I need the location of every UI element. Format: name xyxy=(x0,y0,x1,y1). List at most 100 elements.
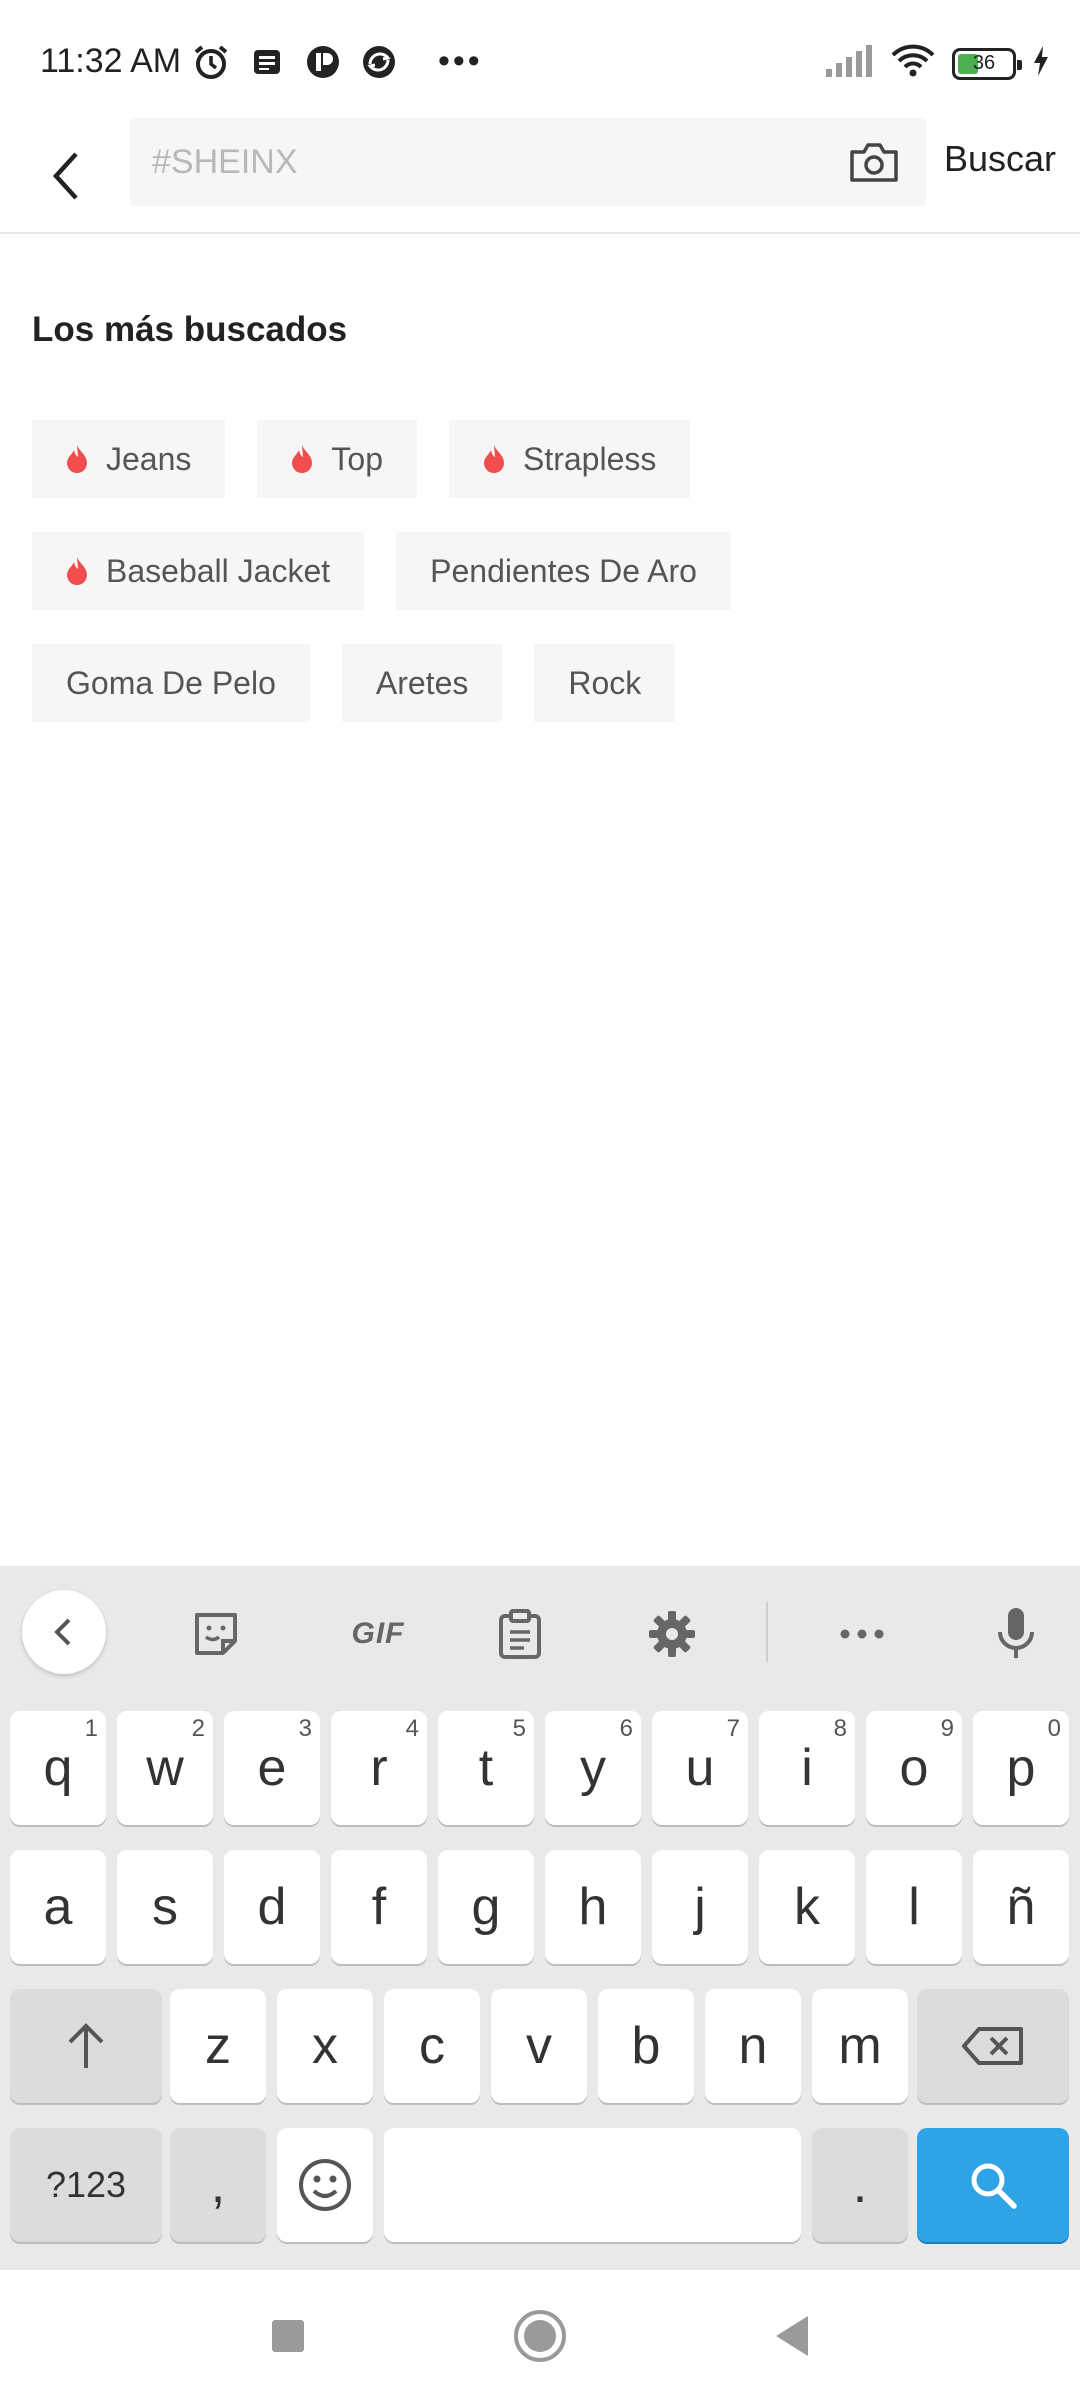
key-n[interactable]: n xyxy=(705,1989,801,2103)
status-system-icons: 36 xyxy=(824,44,1050,83)
key-hint: 3 xyxy=(298,1715,312,1742)
key-k[interactable]: k xyxy=(759,1850,855,1964)
chip-label: Top xyxy=(331,440,383,477)
period-key[interactable]: . xyxy=(812,2128,908,2242)
key-x[interactable]: x xyxy=(277,1989,373,2103)
key-h[interactable]: h xyxy=(545,1850,641,1964)
emoji-icon xyxy=(299,2159,351,2211)
key-g[interactable]: g xyxy=(438,1850,534,1964)
alarm-icon xyxy=(192,43,230,81)
chip-label: Strapless xyxy=(522,440,657,477)
chip-label: Jeans xyxy=(106,440,192,477)
clipboard-button[interactable] xyxy=(480,1594,560,1674)
chip-label: Goma De Pelo xyxy=(66,664,276,701)
key-hint: 0 xyxy=(1047,1715,1061,1742)
key-r[interactable]: r4 xyxy=(331,1711,427,1825)
key-s[interactable]: s xyxy=(117,1850,213,1964)
camera-search-button[interactable] xyxy=(834,118,914,206)
key-d[interactable]: d xyxy=(224,1850,320,1964)
key-t[interactable]: t5 xyxy=(438,1711,534,1825)
backspace-icon xyxy=(962,2027,1023,2065)
key-hint: 4 xyxy=(405,1715,419,1742)
keyboard-toolbar: GIF xyxy=(0,1566,1080,1696)
key-o[interactable]: o9 xyxy=(866,1711,962,1825)
key-j[interactable]: j xyxy=(652,1850,748,1964)
key-char: y xyxy=(580,1739,606,1797)
search-chip[interactable]: Strapless xyxy=(448,420,691,498)
search-icon xyxy=(971,2163,1017,2209)
search-chip[interactable]: Top xyxy=(257,420,417,498)
search-input[interactable] xyxy=(130,118,834,206)
emoji-key[interactable] xyxy=(277,2128,373,2242)
flame-icon xyxy=(67,445,87,473)
home-circle-icon xyxy=(514,2310,566,2362)
toolbar-divider xyxy=(766,1602,768,1662)
search-chip[interactable]: Pendientes De Aro xyxy=(396,532,731,610)
gif-button[interactable]: GIF xyxy=(328,1594,428,1674)
keyboard-search-key[interactable] xyxy=(917,2128,1069,2242)
shift-arrow-icon xyxy=(68,2023,104,2068)
triangle-back-icon xyxy=(776,2316,808,2356)
hot-searches-list: Jeans Top Strapless Baseball Jacket Pend… xyxy=(32,420,1042,756)
charging-icon xyxy=(1032,46,1050,81)
search-chip[interactable]: Aretes xyxy=(341,644,503,722)
camera-icon xyxy=(850,143,898,182)
back-nav-button[interactable] xyxy=(762,2306,822,2366)
key-f[interactable]: f xyxy=(331,1850,427,1964)
search-header: Buscar xyxy=(0,118,1080,234)
chip-label: Rock xyxy=(568,664,642,701)
clipboard-icon xyxy=(499,1609,541,1659)
chip-row: Goma De Pelo Aretes Rock xyxy=(32,644,1042,722)
key-n-tilde[interactable]: ñ xyxy=(973,1850,1069,1964)
app-icon-2 xyxy=(360,43,398,81)
search-submit-button[interactable]: Buscar xyxy=(944,138,1056,180)
symbols-key[interactable]: ?123 xyxy=(10,2128,162,2242)
microphone-icon xyxy=(998,1608,1034,1658)
status-bar: 11:32 AM ••• 36 xyxy=(0,0,1080,120)
shift-key[interactable] xyxy=(10,1989,162,2103)
more-options-button[interactable] xyxy=(822,1594,902,1674)
key-y[interactable]: y6 xyxy=(545,1711,641,1825)
key-c[interactable]: c xyxy=(384,1989,480,2103)
comma-key[interactable]: , xyxy=(170,2128,266,2242)
key-z[interactable]: z xyxy=(170,1989,266,2103)
key-char: w xyxy=(146,1739,184,1797)
key-q[interactable]: q1 xyxy=(10,1711,106,1825)
key-char: q xyxy=(43,1739,73,1797)
key-char: r xyxy=(370,1739,388,1797)
search-chip[interactable]: Jeans xyxy=(32,420,226,498)
square-icon xyxy=(272,2320,304,2352)
battery-level: 36 xyxy=(972,51,996,74)
key-i[interactable]: i8 xyxy=(759,1711,855,1825)
keyboard-settings-button[interactable] xyxy=(632,1594,712,1674)
key-char: o xyxy=(899,1739,929,1797)
back-button[interactable] xyxy=(36,136,96,216)
chevron-left-icon xyxy=(54,1618,71,1646)
hot-searches-title: Los más buscados xyxy=(32,310,348,349)
key-char: u xyxy=(685,1739,715,1797)
key-e[interactable]: e3 xyxy=(224,1711,320,1825)
voice-input-button[interactable] xyxy=(976,1594,1056,1674)
keyboard-collapse-button[interactable] xyxy=(22,1590,106,1674)
backspace-key[interactable] xyxy=(917,1989,1069,2103)
key-b[interactable]: b xyxy=(598,1989,694,2103)
home-button[interactable] xyxy=(510,2306,570,2366)
sticker-button[interactable] xyxy=(176,1594,256,1674)
key-hint: 7 xyxy=(726,1715,740,1742)
recents-button[interactable] xyxy=(258,2306,318,2366)
key-char: e xyxy=(257,1739,287,1797)
key-hint: 5 xyxy=(512,1715,526,1742)
key-m[interactable]: m xyxy=(812,1989,908,2103)
key-w[interactable]: w2 xyxy=(117,1711,213,1825)
gear-icon xyxy=(649,1611,695,1657)
key-v[interactable]: v xyxy=(491,1989,587,2103)
key-l[interactable]: l xyxy=(866,1850,962,1964)
search-chip[interactable]: Rock xyxy=(534,644,676,722)
search-chip[interactable]: Goma De Pelo xyxy=(32,644,310,722)
key-u[interactable]: u7 xyxy=(652,1711,748,1825)
key-p[interactable]: p0 xyxy=(973,1711,1069,1825)
key-a[interactable]: a xyxy=(10,1850,106,1964)
gif-label: GIF xyxy=(351,1617,405,1650)
space-key[interactable] xyxy=(384,2128,801,2242)
search-chip[interactable]: Baseball Jacket xyxy=(32,532,365,610)
